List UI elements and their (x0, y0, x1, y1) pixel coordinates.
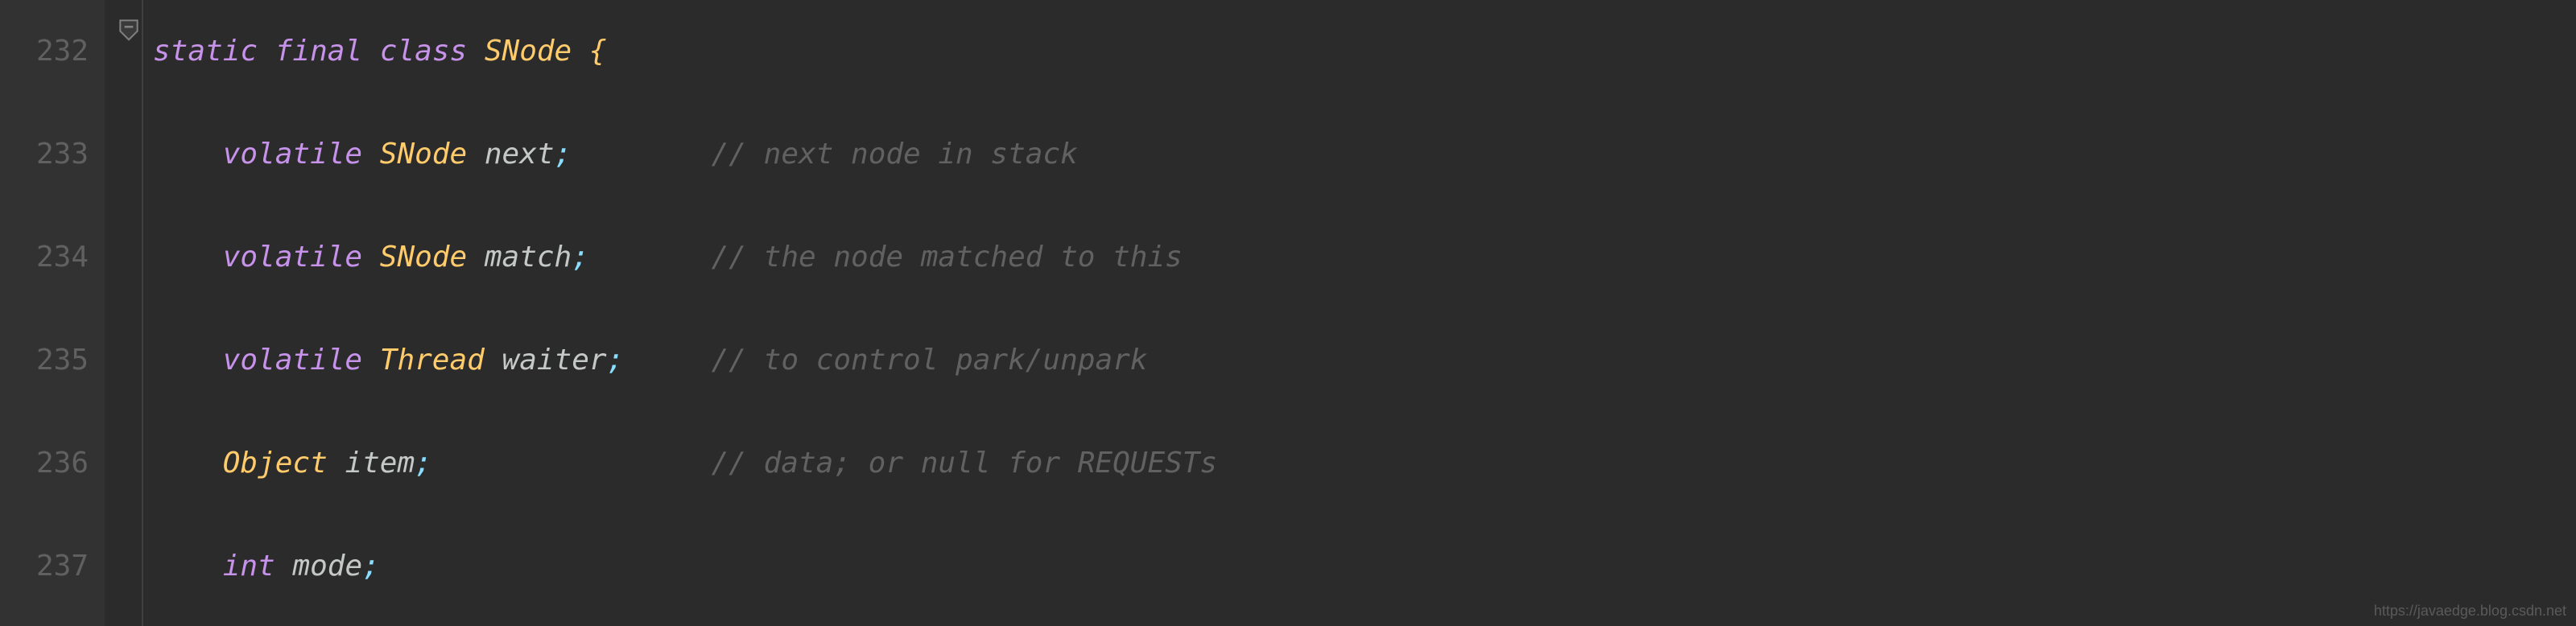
class-name: SNode (485, 35, 572, 68)
code-line[interactable]: volatile SNode next; // next node in sta… (153, 103, 2576, 206)
semicolon: ; (555, 138, 572, 171)
field-name: mode (292, 550, 362, 583)
comment: // the node matched to this (712, 241, 1183, 274)
code-line[interactable]: volatile SNode match; // the node matche… (153, 206, 2576, 309)
type-name: Thread (380, 344, 485, 377)
keyword-volatile: volatile (223, 138, 362, 171)
code-content-area[interactable]: static final class SNode { volatile SNod… (105, 0, 2576, 626)
field-name: waiter (502, 344, 607, 377)
type-name: SNode (380, 241, 467, 274)
line-number[interactable]: 234 (8, 206, 89, 309)
field-name: next (485, 138, 555, 171)
keyword-volatile: volatile (223, 241, 362, 274)
semicolon: ; (572, 241, 589, 274)
open-brace: { (589, 35, 607, 68)
watermark-text: https://javaedge.blog.csdn.net (2374, 603, 2566, 620)
line-number[interactable]: 237 (8, 515, 89, 618)
line-number[interactable]: 233 (8, 103, 89, 206)
comment: // data; or null for REQUESTs (712, 447, 1218, 480)
semicolon: ; (607, 344, 625, 377)
code-editor: 232 233 234 235 236 237 static final cla… (0, 0, 2576, 626)
comment: // next node in stack (712, 138, 1078, 171)
keyword-volatile: volatile (223, 344, 362, 377)
code-line[interactable]: Object item; // data; or null for REQUES… (153, 412, 2576, 515)
type-name: SNode (380, 138, 467, 171)
keyword-int: int (223, 550, 275, 583)
line-number[interactable]: 235 (8, 309, 89, 412)
line-number[interactable]: 232 (8, 0, 89, 103)
semicolon: ; (415, 447, 432, 480)
keyword-final: final (275, 35, 362, 68)
line-number-gutter: 232 233 234 235 236 237 (0, 0, 105, 626)
comment: // to control park/unpark (712, 344, 1148, 377)
field-name: item (345, 447, 415, 480)
line-number[interactable]: 236 (8, 412, 89, 515)
type-name: Object (223, 447, 328, 480)
code-line[interactable]: volatile Thread waiter; // to control pa… (153, 309, 2576, 412)
keyword-class: class (380, 35, 467, 68)
field-name: match (485, 241, 572, 274)
semicolon: ; (362, 550, 380, 583)
indent-guide (142, 0, 143, 626)
code-line[interactable]: static final class SNode { (153, 0, 2576, 103)
fold-collapse-icon[interactable] (116, 16, 142, 42)
code-line[interactable]: int mode; (153, 515, 2576, 618)
keyword-static: static (153, 35, 258, 68)
